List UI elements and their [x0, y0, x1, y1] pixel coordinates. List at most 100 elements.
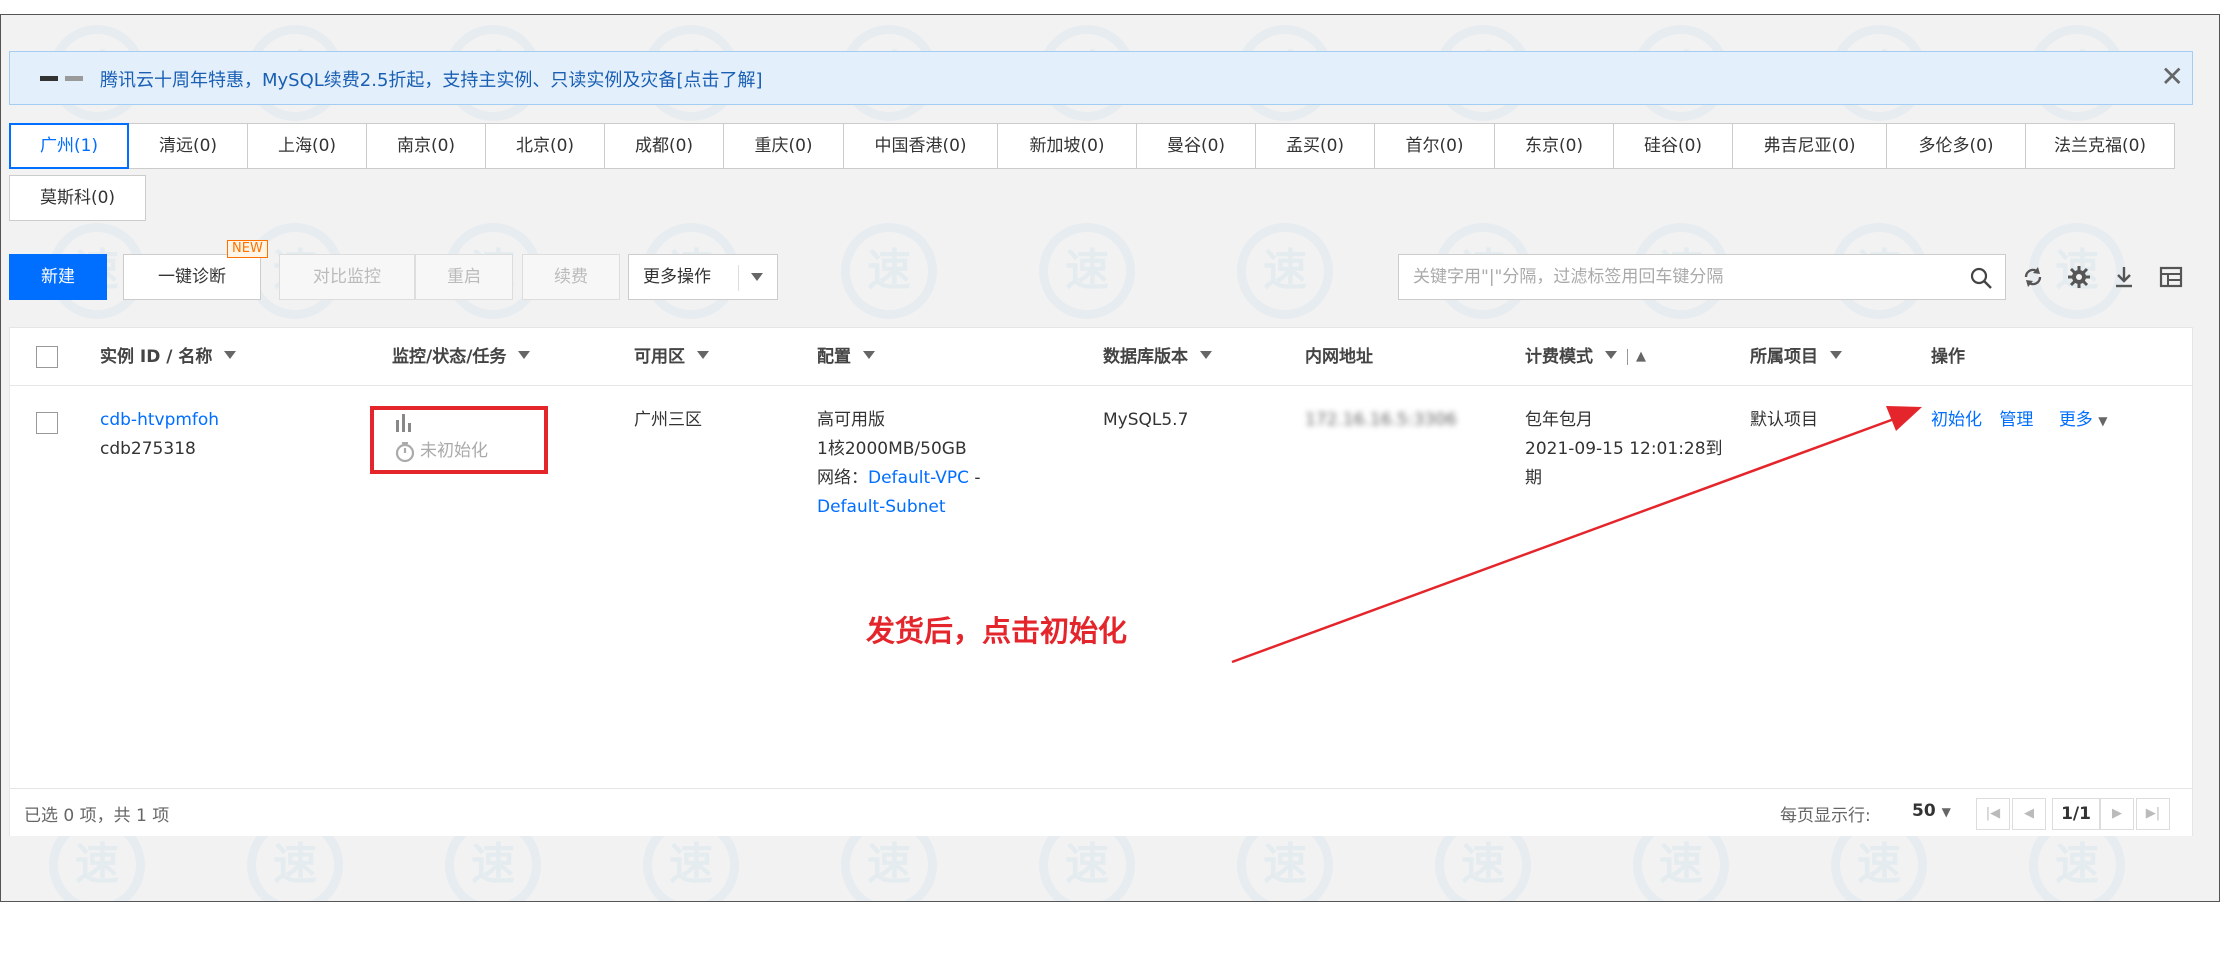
initialize-link[interactable]: 初始化: [1931, 410, 1982, 430]
column-header-db-version: 数据库版本: [1103, 328, 1212, 386]
subnet-link[interactable]: Default-Subnet: [817, 493, 981, 522]
instance-name: cdb275318: [100, 439, 196, 459]
close-icon[interactable]: ✕: [2161, 61, 2184, 93]
chevron-down-icon: ▼: [1941, 805, 1951, 819]
billing-mode: 包年包月: [1525, 410, 1593, 430]
vpc-link[interactable]: Default-VPC: [868, 468, 969, 488]
more-ops-label: 更多操作: [643, 267, 711, 287]
region-tab[interactable]: 广州(1): [9, 123, 129, 169]
header-label: 内网地址: [1305, 347, 1373, 367]
annotation-text: 发货后，点击初始化: [866, 614, 1128, 648]
chevron-down-icon: ▼: [2098, 414, 2108, 428]
manage-link[interactable]: 管理: [1999, 410, 2033, 430]
region-tab[interactable]: 重庆(0): [723, 123, 844, 169]
region-tab[interactable]: 首尔(0): [1374, 123, 1495, 169]
region-tab[interactable]: 曼谷(0): [1136, 123, 1256, 169]
promo-banner: 腾讯云十周年特惠，MySQL续费2.5折起，支持主实例、只读实例及灾备[点击了解…: [9, 51, 2193, 105]
header-label: 所属项目: [1750, 347, 1818, 367]
last-page-button[interactable]: ▶|: [2136, 798, 2170, 830]
row-checkbox[interactable]: [36, 412, 58, 434]
filter-icon[interactable]: [863, 351, 875, 359]
gear-icon[interactable]: [2067, 265, 2091, 289]
filter-icon[interactable]: [224, 351, 237, 359]
header-label: 数据库版本: [1103, 347, 1188, 367]
filter-icon[interactable]: [518, 351, 531, 359]
chevron-down-icon: [751, 273, 763, 281]
instance-id-cell: cdb-htvpmfoh cdb275318: [100, 406, 219, 464]
instance-id-link[interactable]: cdb-htvpmfoh: [100, 406, 219, 435]
billing-cell: 包年包月 2021-09-15 12:01:28到 期: [1525, 406, 1723, 493]
filter-icon[interactable]: [1200, 351, 1212, 359]
private-ip-cell: 172.16.16.5:3306: [1305, 410, 1457, 430]
banner-indicator-icon: [40, 76, 58, 81]
region-tab[interactable]: 成都(0): [604, 123, 724, 169]
prev-page-button[interactable]: ◀: [2012, 798, 2046, 830]
network-label: 网络：: [817, 468, 868, 488]
search-box[interactable]: [1398, 254, 2006, 300]
column-header-config: 配置: [817, 328, 875, 386]
table-row: cdb-htvpmfoh cdb275318 未初始化 广州三区 高可用版 1核…: [10, 386, 2192, 536]
per-page-label: 每页显示行:: [1780, 806, 1871, 826]
restart-button[interactable]: 重启: [415, 254, 513, 300]
refresh-icon[interactable]: [2021, 265, 2045, 289]
db-version-cell: MySQL5.7: [1103, 410, 1189, 430]
region-tab[interactable]: 硅谷(0): [1613, 123, 1733, 169]
per-page-select[interactable]: 50 ▼: [1912, 801, 1951, 821]
status-text: 未初始化: [420, 441, 488, 461]
console-frame: 速速速速速速速速速速速速速速速速速速速速速速速速速速速速速速速速速速速速速速速速…: [0, 14, 2220, 902]
bar-chart-icon[interactable]: [394, 412, 414, 432]
table-header: 实例 ID / 名称 监控/状态/任务 可用区 配置 数据库版本 内网地址 计费…: [10, 328, 2192, 386]
banner-message: 腾讯云十周年特惠，MySQL续费2.5折起，支持主实例、只读实例及灾备: [100, 70, 677, 91]
select-all-checkbox[interactable]: [36, 346, 58, 368]
table-footer: 已选 0 项，共 1 项 每页显示行: 50 ▼ |◀ ◀ 1/1 ▶ ▶|: [10, 788, 2192, 836]
header-label: 配置: [817, 347, 851, 367]
selection-summary: 已选 0 项，共 1 项: [24, 806, 170, 826]
new-button[interactable]: 新建: [9, 254, 107, 300]
billing-expire-tail: 期: [1525, 468, 1542, 488]
project-cell: 默认项目: [1750, 410, 1818, 430]
zone-cell: 广州三区: [634, 410, 702, 430]
region-tab[interactable]: 南京(0): [366, 123, 486, 169]
region-tab[interactable]: 莫斯科(0): [9, 175, 146, 221]
banner-indicator-icon: [65, 76, 83, 81]
per-page-value: 50: [1912, 801, 1936, 821]
banner-link[interactable]: [点击了解]: [676, 70, 762, 91]
region-tab[interactable]: 中国香港(0): [843, 123, 998, 169]
search-input[interactable]: [1413, 261, 1953, 293]
column-header-ops: 操作: [1931, 347, 1965, 367]
column-settings-icon[interactable]: [2159, 265, 2183, 289]
region-tab[interactable]: 东京(0): [1494, 123, 1614, 169]
more-dropdown[interactable]: 更多 ▼: [2059, 410, 2108, 430]
vpc-separator: -: [974, 468, 981, 488]
search-icon[interactable]: [1969, 266, 1993, 290]
filter-icon[interactable]: [1605, 351, 1617, 359]
region-tab[interactable]: 清远(0): [128, 123, 248, 169]
ops-cell: 初始化 管理 更多 ▼: [1931, 406, 2107, 436]
clock-icon: [395, 442, 415, 463]
region-tab[interactable]: 法兰克福(0): [2025, 123, 2175, 169]
download-icon[interactable]: [2112, 265, 2136, 289]
next-page-button[interactable]: ▶: [2100, 798, 2134, 830]
region-tab[interactable]: 新加坡(0): [997, 123, 1137, 169]
first-page-button[interactable]: |◀: [1976, 798, 2010, 830]
region-tab[interactable]: 孟买(0): [1255, 123, 1375, 169]
more-ops-dropdown[interactable]: 更多操作: [628, 254, 778, 300]
column-header-id: 实例 ID / 名称: [100, 328, 237, 386]
column-header-zone: 可用区: [634, 328, 709, 386]
filter-icon[interactable]: [1830, 351, 1842, 359]
column-header-billing: 计费模式 ▲: [1525, 328, 1646, 386]
sort-icon[interactable]: ▲: [1636, 328, 1646, 386]
header-label: 可用区: [634, 347, 685, 367]
compare-monitor-button[interactable]: 对比监控: [279, 254, 415, 300]
column-header-status: 监控/状态/任务: [392, 328, 531, 386]
region-tab[interactable]: 北京(0): [485, 123, 605, 169]
diagnose-button[interactable]: 一键诊断: [123, 254, 261, 300]
region-tab[interactable]: 上海(0): [247, 123, 367, 169]
renew-button[interactable]: 续费: [522, 254, 620, 300]
toolbar: 新建 一键诊断 NEW 对比监控 重启 续费 更多操作: [9, 240, 2209, 300]
config-edition: 高可用版: [817, 410, 885, 430]
region-tab[interactable]: 弗吉尼亚(0): [1732, 123, 1887, 169]
region-tab[interactable]: 多伦多(0): [1886, 123, 2026, 169]
config-network: 网络：Default-VPC -: [817, 464, 981, 493]
filter-icon[interactable]: [697, 351, 709, 359]
